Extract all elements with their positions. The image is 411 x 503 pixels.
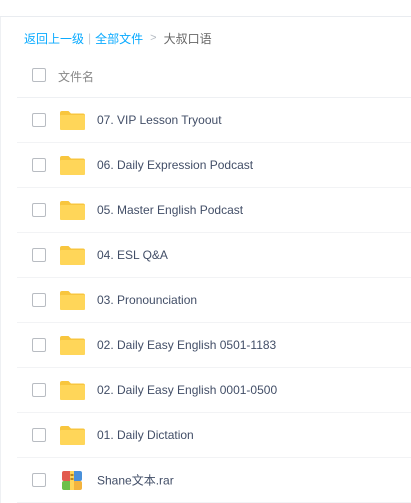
file-name-link[interactable]: 02. Daily Easy English 0001-0500 [97, 383, 277, 397]
folder-icon[interactable] [59, 200, 86, 221]
folder-icon[interactable] [59, 245, 86, 266]
file-browser: 返回上一级 | 全部文件 > 大叔口语 文件名 07. VIP Lesson T… [0, 0, 411, 503]
select-all-checkbox[interactable] [32, 68, 46, 82]
row-checkbox[interactable] [32, 428, 46, 442]
row-checkbox[interactable] [32, 293, 46, 307]
file-row[interactable]: 06. Daily Expression Podcast [17, 143, 411, 188]
breadcrumb-arrow: > [150, 32, 157, 44]
file-list: 文件名 07. VIP Lesson Tryoout 06. Daily Expr… [0, 53, 411, 503]
file-name-link[interactable]: 01. Daily Dictation [97, 428, 194, 442]
file-name-link[interactable]: 07. VIP Lesson Tryoout [97, 113, 222, 127]
folder-icon[interactable] [59, 335, 86, 356]
folder-icon[interactable] [59, 290, 86, 311]
breadcrumb: 返回上一级 | 全部文件 > 大叔口语 [24, 30, 212, 46]
current-folder-label: 大叔口语 [163, 31, 212, 46]
file-row[interactable]: 07. VIP Lesson Tryoout [17, 98, 411, 143]
top-toolbar-strip [0, 0, 411, 17]
folder-icon[interactable] [59, 155, 86, 176]
row-checkbox[interactable] [32, 158, 46, 172]
file-name-link[interactable]: 04. ESL Q&A [97, 248, 168, 262]
file-row[interactable]: 01. Daily Dictation [17, 413, 411, 458]
row-checkbox[interactable] [32, 113, 46, 127]
back-link[interactable]: 返回上一级 [24, 30, 84, 47]
row-checkbox[interactable] [32, 338, 46, 352]
row-checkbox[interactable] [32, 473, 46, 487]
rar-archive-icon[interactable] [61, 470, 88, 491]
file-row[interactable]: 04. ESL Q&A [17, 233, 411, 278]
file-row[interactable]: 02. Daily Easy English 0501-1183 [17, 323, 411, 368]
file-name-link[interactable]: Shane文本.rar [97, 472, 174, 489]
file-list-header: 文件名 [17, 53, 411, 98]
breadcrumb-separator: | [88, 31, 92, 45]
row-checkbox[interactable] [32, 383, 46, 397]
file-row[interactable]: Shane文本.rar [17, 458, 411, 503]
row-checkbox[interactable] [32, 203, 46, 217]
file-rows: 07. VIP Lesson Tryoout 06. Daily Expressi… [0, 98, 411, 503]
file-name-link[interactable]: 06. Daily Expression Podcast [97, 158, 253, 172]
file-name-link[interactable]: 03. Pronounciation [97, 293, 197, 307]
all-files-link[interactable]: 全部文件 [95, 30, 143, 47]
row-checkbox[interactable] [32, 248, 46, 262]
file-name-link[interactable]: 02. Daily Easy English 0501-1183 [97, 338, 276, 352]
folder-icon[interactable] [59, 425, 86, 446]
file-name-link[interactable]: 05. Master English Podcast [97, 203, 243, 217]
folder-icon[interactable] [59, 110, 86, 131]
folder-icon[interactable] [59, 380, 86, 401]
filename-column-header[interactable]: 文件名 [58, 68, 94, 85]
file-row[interactable]: 03. Pronounciation [17, 278, 411, 323]
file-row[interactable]: 02. Daily Easy English 0001-0500 [17, 368, 411, 413]
file-row[interactable]: 05. Master English Podcast [17, 188, 411, 233]
